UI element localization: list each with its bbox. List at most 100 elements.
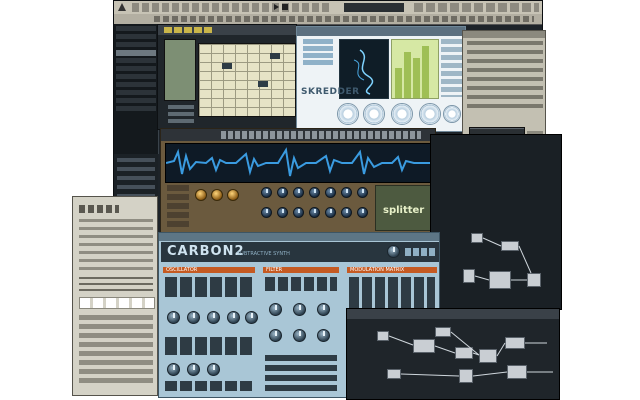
sequencer-display	[164, 39, 196, 101]
plugin-bar-display	[391, 39, 439, 99]
envelope-knob[interactable]	[207, 363, 220, 376]
ring-knob[interactable]	[363, 103, 385, 125]
sampler-knob[interactable]	[195, 189, 207, 201]
sampler-knob[interactable]	[293, 207, 304, 218]
sampler-knob[interactable]	[277, 207, 288, 218]
sampler-header-buttons[interactable]	[221, 131, 421, 139]
browser-list[interactable]	[116, 26, 156, 114]
browser-selected-item[interactable]	[116, 50, 156, 56]
master-volume-knob[interactable]	[387, 245, 400, 258]
level-bar	[422, 46, 429, 98]
dialog-fields[interactable]	[467, 41, 543, 111]
reaktor-logo-icon[interactable]	[118, 3, 126, 11]
filter-knob[interactable]	[317, 329, 330, 342]
sampler-knob[interactable]	[357, 187, 368, 198]
sequencer-controls[interactable]	[168, 105, 194, 125]
main-toolbar	[114, 1, 542, 15]
carbon-title: CARBON2	[167, 244, 245, 259]
structure-window	[430, 134, 562, 310]
sampler-window: splitter	[160, 128, 436, 234]
carbon-header	[159, 233, 439, 241]
oscillator-knob[interactable]	[167, 311, 180, 324]
sub-toolbar-buttons	[154, 16, 534, 22]
oscillator-knob[interactable]	[227, 311, 240, 324]
sampler-knob[interactable]	[309, 207, 320, 218]
carbon-subtitle: SUBTRACTIVE SYNTH	[237, 251, 290, 257]
sampler-name: splitter	[383, 205, 425, 216]
oscillator-lower-buttons[interactable]	[165, 337, 255, 355]
sampler-knob[interactable]	[341, 187, 352, 198]
ring-knob[interactable]	[419, 103, 441, 125]
filter-knob[interactable]	[269, 303, 282, 316]
sampler-header	[161, 129, 435, 141]
settings-buttons[interactable]	[79, 297, 155, 309]
sequencer-grid[interactable]	[198, 43, 296, 117]
sampler-knob[interactable]	[357, 207, 368, 218]
filter-knob[interactable]	[269, 329, 282, 342]
plugin-name: SKREDDER	[301, 87, 360, 97]
carbon-header-buttons[interactable]	[405, 248, 435, 256]
ring-knob[interactable]	[391, 103, 413, 125]
envelope-buttons[interactable]	[165, 381, 255, 391]
level-bar	[404, 52, 411, 98]
carbon-title-bar: CARBON2 SUBTRACTIVE SYNTH	[161, 242, 439, 262]
sequencer-header	[158, 25, 296, 35]
filter-switches[interactable]	[265, 277, 337, 291]
oscillator-knob[interactable]	[187, 311, 200, 324]
modulation-matrix[interactable]	[349, 277, 435, 311]
sampler-knob[interactable]	[325, 187, 336, 198]
browser-panel	[114, 24, 159, 154]
plugin-right-controls[interactable]	[441, 39, 463, 97]
settings-lower-fields[interactable]	[79, 315, 153, 387]
level-bar	[413, 58, 420, 98]
filter-knob[interactable]	[317, 303, 330, 316]
sequencer-window	[157, 24, 297, 130]
structure-wires	[388, 331, 553, 377]
settings-fields[interactable]	[79, 219, 153, 273]
cpu-display	[344, 3, 404, 12]
structure-editor-window	[346, 308, 560, 400]
properties-rows	[117, 158, 155, 196]
stop-icon[interactable]	[282, 4, 288, 10]
oscillator-switches[interactable]	[165, 277, 255, 297]
sampler-knob[interactable]	[261, 207, 272, 218]
filter-section-label: FILTER	[266, 267, 283, 273]
properties-panel	[114, 154, 158, 199]
sampler-mode-buttons[interactable]	[167, 185, 189, 227]
sampler-knob[interactable]	[293, 187, 304, 198]
level-bar	[395, 68, 402, 98]
dialog-header	[463, 31, 545, 38]
ring-knob[interactable]	[443, 105, 461, 123]
envelope-knob[interactable]	[187, 363, 200, 376]
sampler-knob[interactable]	[277, 187, 288, 198]
module-wires	[474, 237, 532, 281]
sampler-knob[interactable]	[309, 187, 320, 198]
oscillator-knob[interactable]	[245, 311, 258, 324]
sampler-knob[interactable]	[211, 189, 223, 201]
plugin-preset-buttons[interactable]	[303, 39, 333, 65]
sampler-knob[interactable]	[261, 187, 272, 198]
sequencer-step[interactable]	[222, 63, 232, 69]
sampler-knob[interactable]	[325, 207, 336, 218]
modulation-section-label: MODULATION MATRIX	[350, 267, 405, 273]
filter-lower-buttons[interactable]	[265, 355, 337, 391]
waveform-display[interactable]	[165, 143, 435, 183]
oscillator-knob[interactable]	[207, 311, 220, 324]
ring-knob[interactable]	[337, 103, 359, 125]
envelope-knob[interactable]	[167, 363, 180, 376]
sampler-knob[interactable]	[341, 207, 352, 218]
sequencer-header-buttons[interactable]	[164, 27, 214, 33]
sequencer-step[interactable]	[270, 53, 280, 59]
settings-checkbox-row[interactable]	[79, 277, 153, 291]
plugin-header	[297, 27, 465, 36]
filter-knob[interactable]	[293, 303, 306, 316]
sampler-knob[interactable]	[227, 189, 239, 201]
waveform	[165, 147, 434, 177]
filter-knob[interactable]	[293, 329, 306, 342]
sequencer-step[interactable]	[258, 81, 268, 87]
filter-section-header: FILTER	[263, 267, 339, 273]
oscillator-section-header: OSCILLATOR	[163, 267, 255, 273]
toolbar-buttons	[132, 3, 332, 12]
settings-toolbar[interactable]	[79, 205, 119, 213]
play-icon[interactable]	[274, 4, 279, 10]
